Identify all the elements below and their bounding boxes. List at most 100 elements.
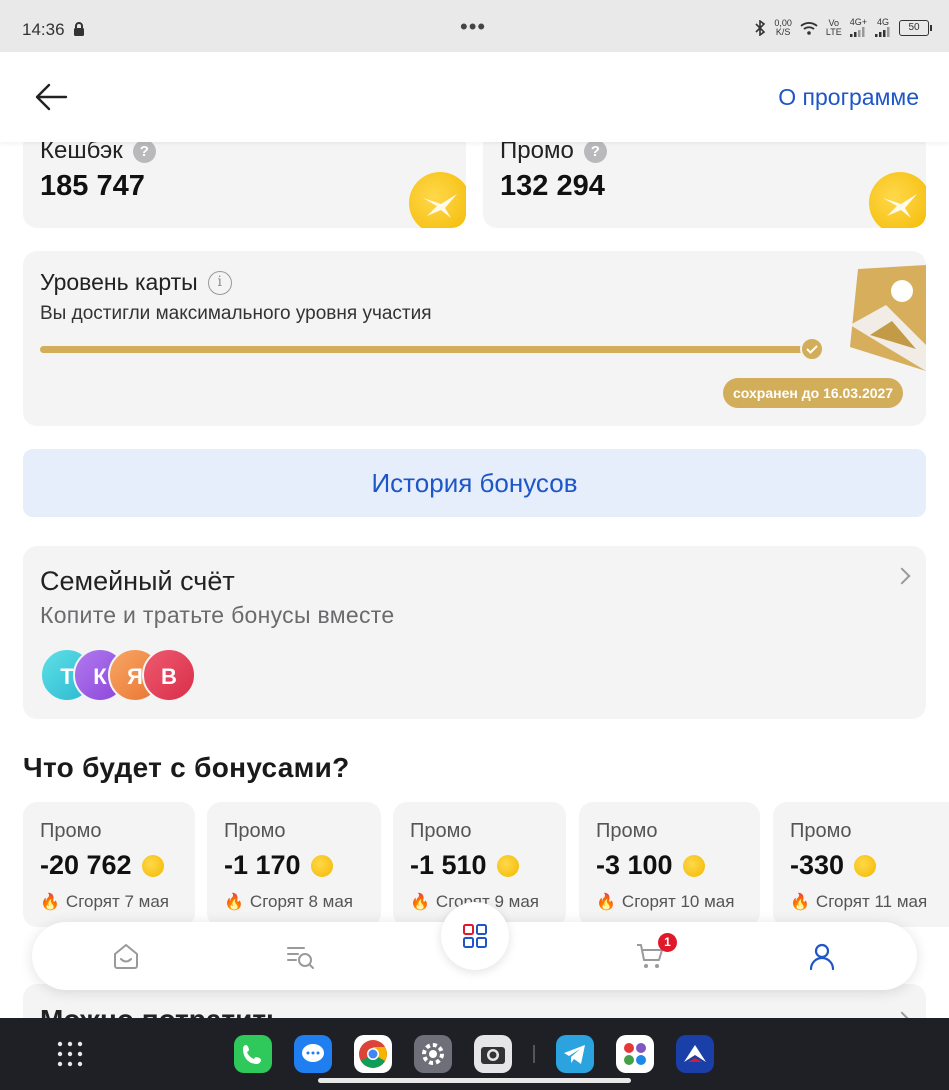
- dock-separator: [533, 1045, 535, 1063]
- expiring-bonus-card[interactable]: Промо -1 170 🔥 Сгорят 8 мая: [207, 802, 381, 927]
- expiring-value-row: -3 100: [596, 850, 705, 881]
- lock-icon: [74, 22, 84, 36]
- coin-icon: [869, 172, 926, 228]
- home-icon[interactable]: [110, 940, 142, 972]
- expiring-date-row: 🔥 Сгорят 11 мая: [790, 892, 927, 912]
- messages-app-icon[interactable]: [294, 1035, 332, 1073]
- expiring-value: -3 100: [596, 850, 673, 880]
- promo-balance-card[interactable]: Промо ? 132 294: [483, 132, 926, 228]
- catalog-grid-button[interactable]: [441, 902, 509, 970]
- expiring-date: Сгорят 10 мая: [621, 892, 735, 911]
- expiring-value: -1 170: [224, 850, 301, 880]
- coin-icon: [409, 172, 466, 228]
- grid-icon: [463, 924, 487, 948]
- wifi-icon: [800, 21, 818, 35]
- fire-icon: 🔥: [410, 894, 430, 911]
- back-arrow-icon[interactable]: [34, 82, 68, 112]
- expiring-value: -1 510: [410, 850, 487, 880]
- coin-icon: [141, 854, 164, 877]
- cashback-balance-card[interactable]: Кешбэк ? 185 747: [23, 132, 466, 228]
- expiring-label: Промо: [224, 820, 286, 842]
- bonus-history-button[interactable]: История бонусов: [23, 449, 926, 517]
- help-icon[interactable]: ?: [583, 139, 607, 163]
- network-speed: 0,00 K/S: [774, 18, 792, 37]
- expiring-label: Промо: [410, 820, 472, 842]
- fire-icon: 🔥: [596, 894, 616, 911]
- expiring-date: Сгорят 11 мая: [815, 892, 928, 911]
- expiring-date-row: 🔥 Сгорят 7 мая: [40, 892, 169, 912]
- cashback-value: 185 747: [40, 170, 145, 202]
- check-icon: [800, 337, 824, 361]
- app-header: О программе: [0, 52, 949, 142]
- section-title: Что будет с бонусами?: [23, 752, 350, 783]
- expiring-label: Промо: [40, 820, 102, 842]
- coin-icon: [854, 854, 877, 877]
- signal-icon: [850, 27, 865, 37]
- avatar: В: [142, 648, 196, 702]
- sim2-type: 4G: [876, 17, 889, 27]
- camera-app-icon[interactable]: [474, 1035, 512, 1073]
- about-program-link[interactable]: О программе: [778, 84, 919, 111]
- catalog-search-icon[interactable]: [284, 940, 316, 972]
- expiring-bonus-card[interactable]: Промо -330 🔥 Сгорят 11 мая: [773, 802, 949, 927]
- fire-icon: 🔥: [224, 894, 244, 911]
- settings-app-icon[interactable]: [414, 1035, 452, 1073]
- phone-app-icon[interactable]: [234, 1035, 272, 1073]
- expiring-value-row: -1 510: [410, 850, 519, 881]
- coin-icon: [310, 854, 333, 877]
- card-level-subtitle: Вы достигли максимального уровня участия: [40, 303, 432, 324]
- volte-indicator: Vo LTE: [826, 18, 842, 37]
- card-level-title-row: Уровень карты i: [40, 269, 232, 296]
- card-level-panel: Уровень карты i Вы достигли максимальног…: [23, 251, 926, 426]
- sim2-signal: 4G: [875, 18, 891, 37]
- promo-value: 132 294: [500, 170, 605, 202]
- expiring-value-row: -20 762: [40, 850, 164, 881]
- family-account-subtitle: Копите и тратьте бонусы вместе: [40, 602, 395, 628]
- status-icons: 0,00 K/S Vo LTE 4G+ 4G 50: [754, 18, 932, 37]
- status-bar: 14:36 ••• 0,00 K/S Vo LTE 4G+ 4G 50: [0, 0, 949, 52]
- info-icon[interactable]: i: [207, 270, 232, 295]
- expiring-date-row: 🔥 Сгорят 10 мая: [596, 892, 734, 912]
- expiring-label: Промо: [596, 820, 658, 842]
- battery-icon: 50: [899, 19, 932, 36]
- expiring-value-row: -330: [790, 850, 877, 881]
- coin-icon: [496, 854, 519, 877]
- page-content[interactable]: Кешбэк ? 185 747 Промо ? 132 294 Уровень…: [0, 52, 949, 1018]
- bank-app-icon[interactable]: [676, 1035, 714, 1073]
- family-account-card[interactable]: Семейный счёт Копите и тратьте бонусы вм…: [23, 546, 926, 719]
- cart-button[interactable]: 1: [634, 933, 677, 972]
- more-dots-icon[interactable]: •••: [460, 14, 486, 40]
- expiring-value: -330: [790, 850, 845, 880]
- telegram-app-icon[interactable]: [556, 1035, 594, 1073]
- level-progress-fill: [40, 346, 812, 353]
- fire-icon: 🔥: [40, 894, 60, 911]
- cart-badge: 1: [658, 933, 677, 952]
- gold-card-illustration-icon: [850, 265, 926, 371]
- status-time: 14:36: [22, 20, 65, 39]
- spend-bonuses-title: Можно потратить: [40, 1004, 283, 1018]
- expiring-label: Промо: [790, 820, 852, 842]
- apps-folder-icon[interactable]: [616, 1035, 654, 1073]
- chrome-app-icon[interactable]: [354, 1035, 392, 1073]
- expiring-bonus-card[interactable]: Промо -20 762 🔥 Сгорят 7 мая: [23, 802, 195, 927]
- system-dock: [0, 1018, 949, 1090]
- expiring-value: -20 762: [40, 850, 132, 880]
- card-level-title: Уровень карты: [40, 269, 198, 295]
- home-gesture-bar[interactable]: [318, 1078, 631, 1083]
- expiring-date: Сгорят 7 мая: [65, 892, 169, 911]
- help-icon[interactable]: ?: [132, 139, 156, 163]
- coin-icon: [682, 854, 705, 877]
- profile-icon[interactable]: [806, 940, 838, 972]
- saved-until-badge: сохранен до 16.03.2027: [723, 378, 904, 408]
- fire-icon: 🔥: [790, 894, 810, 911]
- expiring-value-row: -1 170: [224, 850, 333, 881]
- expiring-bonus-card[interactable]: Промо -3 100 🔥 Сгорят 10 мая: [579, 802, 760, 927]
- app-drawer-icon[interactable]: [57, 1041, 83, 1067]
- expiring-date: Сгорят 8 мая: [249, 892, 353, 911]
- family-account-title: Семейный счёт: [40, 566, 235, 596]
- expiring-date-row: 🔥 Сгорят 8 мая: [224, 892, 353, 912]
- sim1-signal: 4G+: [850, 18, 867, 37]
- network-speed-unit: K/S: [775, 26, 791, 37]
- sim1-type: 4G+: [849, 17, 867, 27]
- level-progress-bar: [40, 346, 812, 353]
